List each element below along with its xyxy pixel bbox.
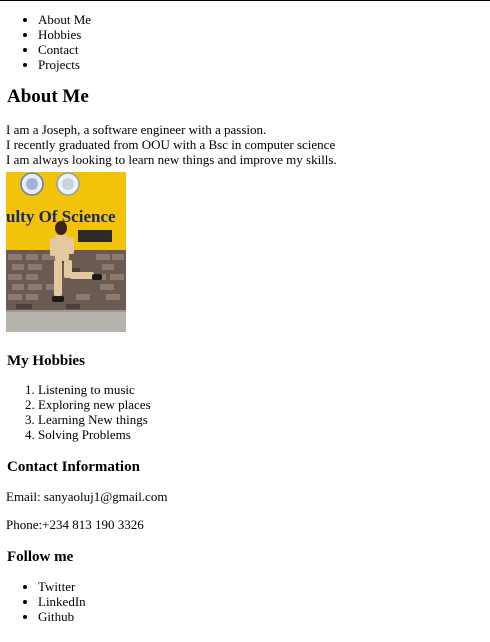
- hobbies-list: Listening to music Exploring new places …: [6, 382, 490, 442]
- hobby-item: Solving Problems: [38, 427, 490, 442]
- nav-item-contact[interactable]: Contact: [38, 42, 490, 57]
- contact-heading: Contact Information: [7, 459, 140, 475]
- hobbies-heading: My Hobbies: [7, 353, 85, 369]
- nav-list: About Me Hobbies Contact Projects: [6, 12, 490, 72]
- social-link-linkedin[interactable]: LinkedIn: [38, 594, 490, 609]
- about-line-1: I am a Joseph, a software engineer with …: [6, 122, 267, 137]
- nav-item-about[interactable]: About Me: [38, 12, 490, 27]
- profile-photo: ulty Of Science: [6, 172, 126, 332]
- social-link-github[interactable]: Github: [38, 609, 490, 624]
- social-links-list: Twitter LinkedIn Github: [6, 579, 490, 624]
- hobby-item: Exploring new places: [38, 397, 490, 412]
- hobby-item: Learning New things: [38, 412, 490, 427]
- about-line-3: I am always looking to learn new things …: [6, 152, 337, 167]
- top-border: [0, 0, 490, 1]
- contact-email: Email: sanyaoluj1@gmail.com: [6, 489, 168, 504]
- nav-item-projects[interactable]: Projects: [38, 57, 490, 72]
- nav-item-hobbies[interactable]: Hobbies: [38, 27, 490, 42]
- profile-photo-image: ulty Of Science: [6, 172, 126, 332]
- page: About Me Hobbies Contact Projects About …: [0, 0, 490, 624]
- about-text: I am a Joseph, a software engineer with …: [6, 122, 490, 167]
- about-line-2: I recently graduated from OOU with a Bsc…: [6, 137, 336, 152]
- about-heading: About Me: [7, 86, 89, 107]
- hobby-item: Listening to music: [38, 382, 490, 397]
- social-link-twitter[interactable]: Twitter: [38, 579, 490, 594]
- contact-phone: Phone:+234 813 190 3326: [6, 517, 144, 532]
- follow-heading: Follow me: [7, 549, 74, 565]
